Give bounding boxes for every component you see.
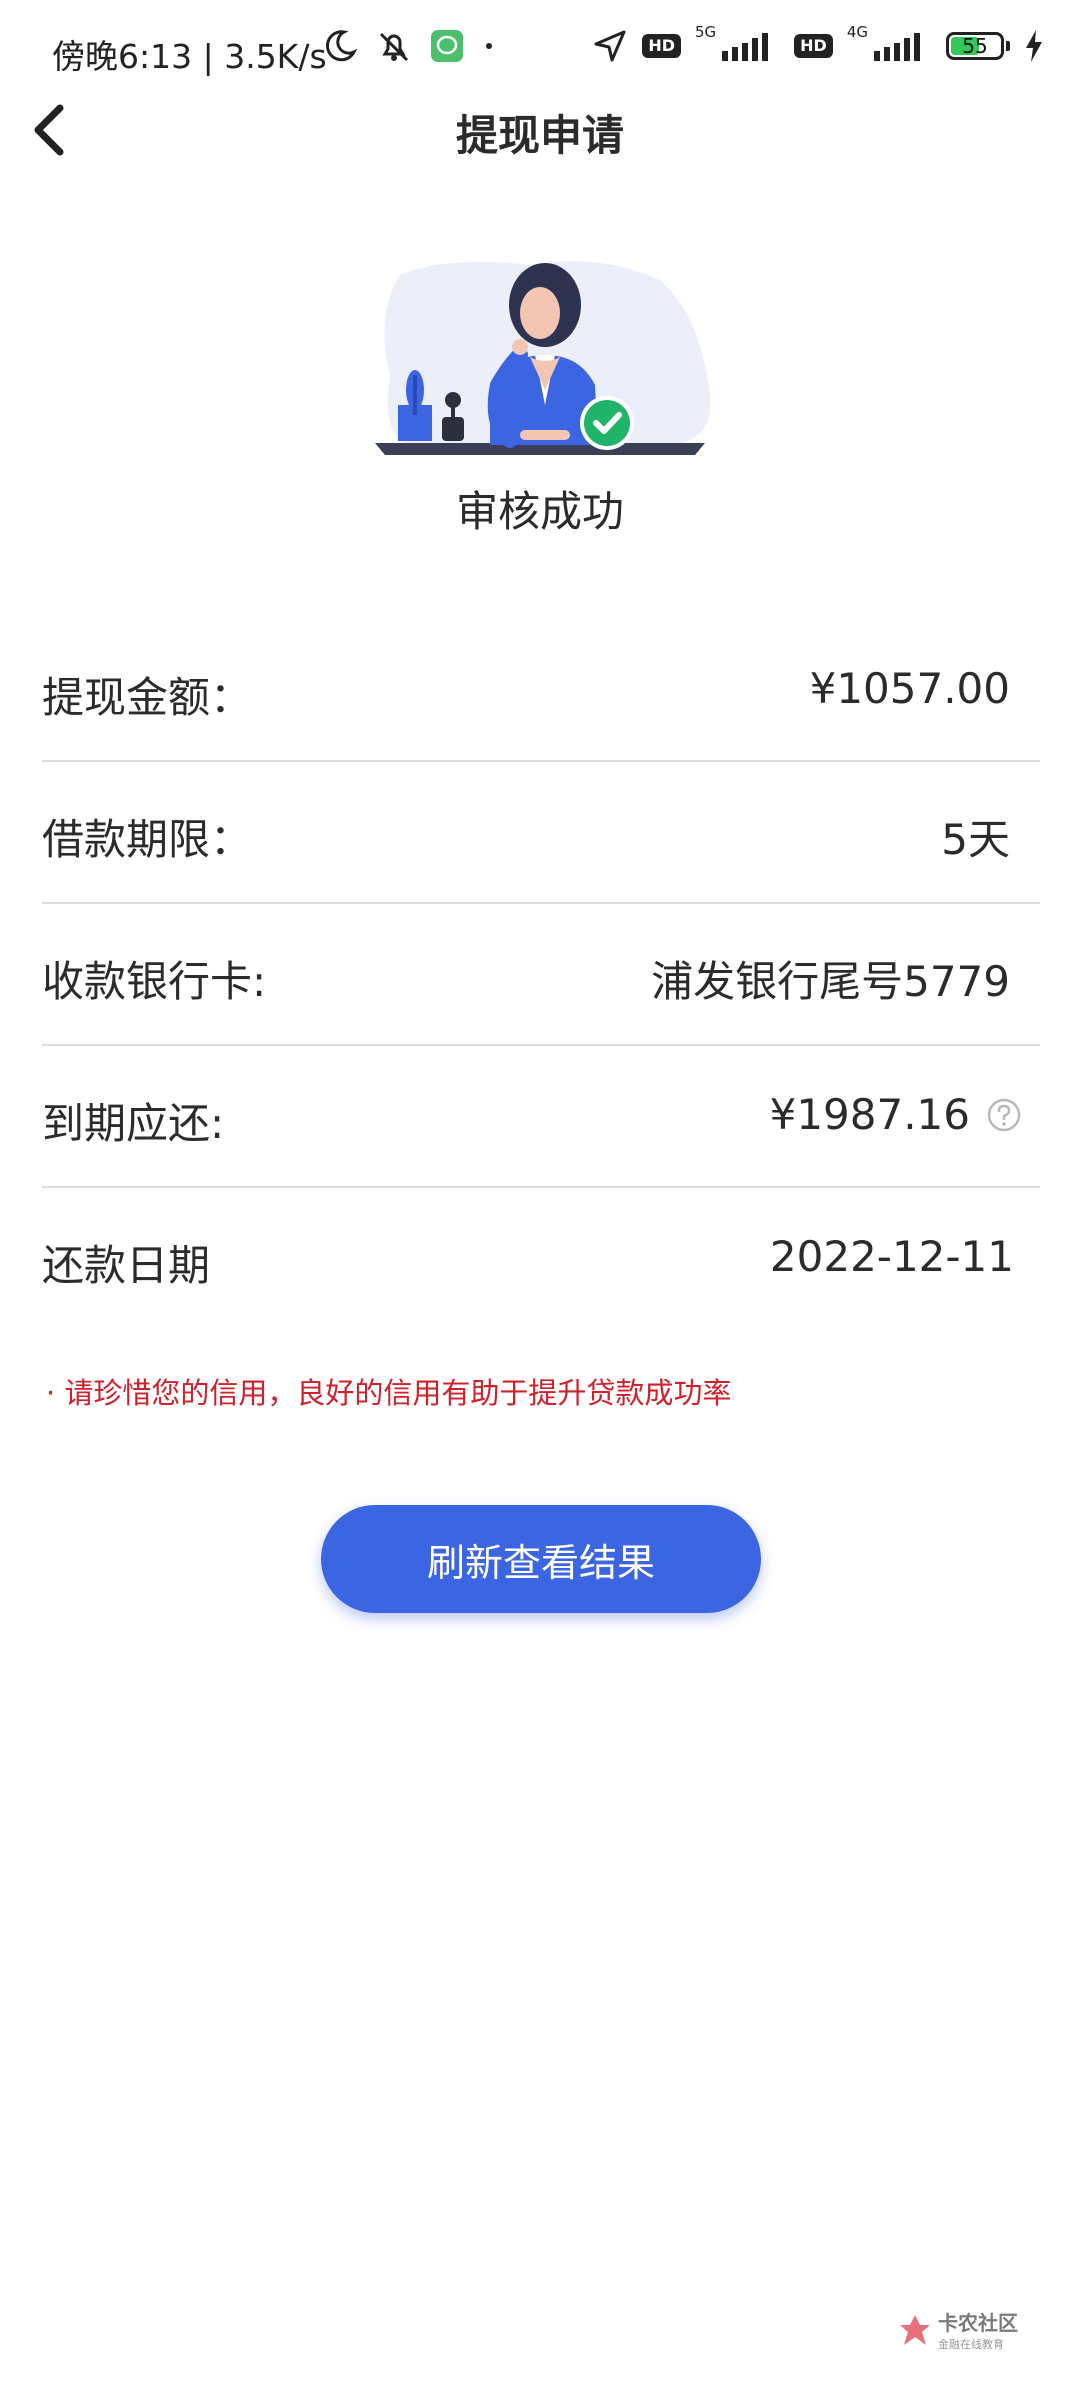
info-label: 还款日期 bbox=[42, 1241, 211, 1290]
credit-notice: · 请珍惜您的信用，良好的信用有助于提升贷款成功率 bbox=[46, 1376, 732, 1410]
info-label: 借款期限： bbox=[42, 815, 253, 864]
chat-app-icon bbox=[431, 30, 463, 62]
info-row-due-amount: 到期应还: ¥1987.16 bbox=[42, 1046, 1040, 1188]
info-row-repay-date: 还款日期 2022-12-11 bbox=[42, 1188, 1040, 1330]
info-value: ¥1987.16 bbox=[769, 1090, 970, 1139]
review-success-illustration bbox=[375, 261, 710, 455]
watermark-title: 卡农社区 bbox=[938, 2311, 1018, 2335]
network-5g-label: 5G bbox=[694, 23, 717, 41]
info-row-term: 借款期限： 5天 bbox=[42, 762, 1040, 904]
moon-icon bbox=[325, 30, 358, 62]
info-label: 收款银行卡: bbox=[42, 957, 267, 1006]
info-value: ¥1057.00 bbox=[809, 664, 1010, 713]
help-circle-icon[interactable] bbox=[986, 1097, 1022, 1133]
network-4g-label: 4G bbox=[846, 23, 868, 41]
bell-off-icon bbox=[379, 32, 409, 62]
signal-icon bbox=[722, 33, 769, 61]
watermark-logo-icon bbox=[900, 2314, 930, 2345]
page-title: 提现申请 bbox=[455, 111, 624, 160]
info-value: 浦发银行尾号5779 bbox=[651, 957, 1010, 1006]
battery-level: 55 bbox=[962, 34, 988, 58]
watermark: 卡农社区 金融在线教育 bbox=[898, 2307, 1018, 2352]
info-row-amount: 提现金额： ¥1057.00 bbox=[42, 620, 1040, 762]
hd-badge: HD bbox=[642, 34, 681, 58]
withdrawal-result-page: 傍晚6:13 | 3.5K/s HD 5G HD 4G 55 提现申请 审核成功… bbox=[0, 0, 1080, 2400]
hd-badge-2: HD bbox=[794, 34, 833, 58]
info-value: 2022-12-11 bbox=[769, 1232, 1014, 1281]
result-title: 审核成功 bbox=[455, 487, 624, 536]
battery-icon: 55 bbox=[946, 32, 1004, 60]
status-time: 傍晚6:13 | 3.5K/s bbox=[52, 37, 327, 76]
signal-icon-2 bbox=[874, 33, 920, 61]
nav-bar: 提现申请 bbox=[0, 80, 1080, 190]
info-list: 提现金额： ¥1057.00 借款期限： 5天 收款银行卡: 浦发银行尾号577… bbox=[42, 620, 1040, 1330]
watermark-subtitle: 金融在线教育 bbox=[938, 2338, 1004, 2351]
location-arrow-icon bbox=[594, 30, 626, 62]
refresh-result-button[interactable]: 刷新查看结果 bbox=[321, 1505, 761, 1613]
dot-icon bbox=[486, 43, 492, 49]
info-row-bank-card: 收款银行卡: 浦发银行尾号5779 bbox=[42, 904, 1040, 1046]
info-label: 提现金额： bbox=[42, 673, 253, 722]
info-label: 到期应还: bbox=[42, 1099, 225, 1148]
charging-icon bbox=[1026, 30, 1042, 62]
info-value: 5天 bbox=[941, 815, 1010, 864]
